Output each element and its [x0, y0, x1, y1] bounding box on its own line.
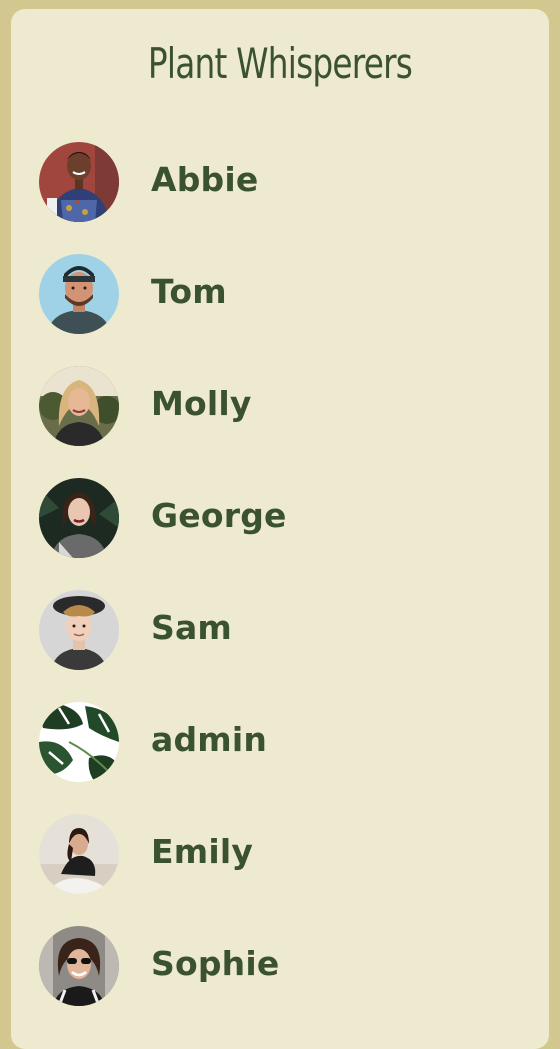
- avatar[interactable]: [39, 926, 119, 1006]
- avatar[interactable]: [39, 814, 119, 894]
- user-list: Abbie Tom Molly George Sam admin Emily S…: [11, 132, 549, 1028]
- user-name[interactable]: Tom: [151, 270, 227, 314]
- user-row-george[interactable]: George: [11, 468, 549, 580]
- avatar[interactable]: [39, 590, 119, 670]
- user-name[interactable]: Molly: [151, 382, 252, 426]
- user-row-abbie[interactable]: Abbie: [11, 132, 549, 244]
- user-row-admin[interactable]: admin: [11, 692, 549, 804]
- user-name[interactable]: admin: [151, 718, 267, 762]
- user-name[interactable]: Sam: [151, 606, 232, 650]
- avatar[interactable]: [39, 478, 119, 558]
- page-title: Plant Whisperers: [147, 39, 413, 88]
- avatar[interactable]: [39, 366, 119, 446]
- user-row-molly[interactable]: Molly: [11, 356, 549, 468]
- user-list-panel: Plant Whisperers Abbie Tom Molly George …: [11, 9, 549, 1049]
- user-row-sam[interactable]: Sam: [11, 580, 549, 692]
- avatar[interactable]: [39, 142, 119, 222]
- avatar[interactable]: [39, 254, 119, 334]
- user-name[interactable]: Sophie: [151, 942, 279, 986]
- user-row-tom[interactable]: Tom: [11, 244, 549, 356]
- user-name[interactable]: Abbie: [151, 158, 258, 202]
- monstera-leaf-icon[interactable]: [39, 702, 119, 782]
- user-row-sophie[interactable]: Sophie: [11, 916, 549, 1028]
- user-name[interactable]: Emily: [151, 830, 253, 874]
- user-name[interactable]: George: [151, 494, 287, 538]
- user-row-emily[interactable]: Emily: [11, 804, 549, 916]
